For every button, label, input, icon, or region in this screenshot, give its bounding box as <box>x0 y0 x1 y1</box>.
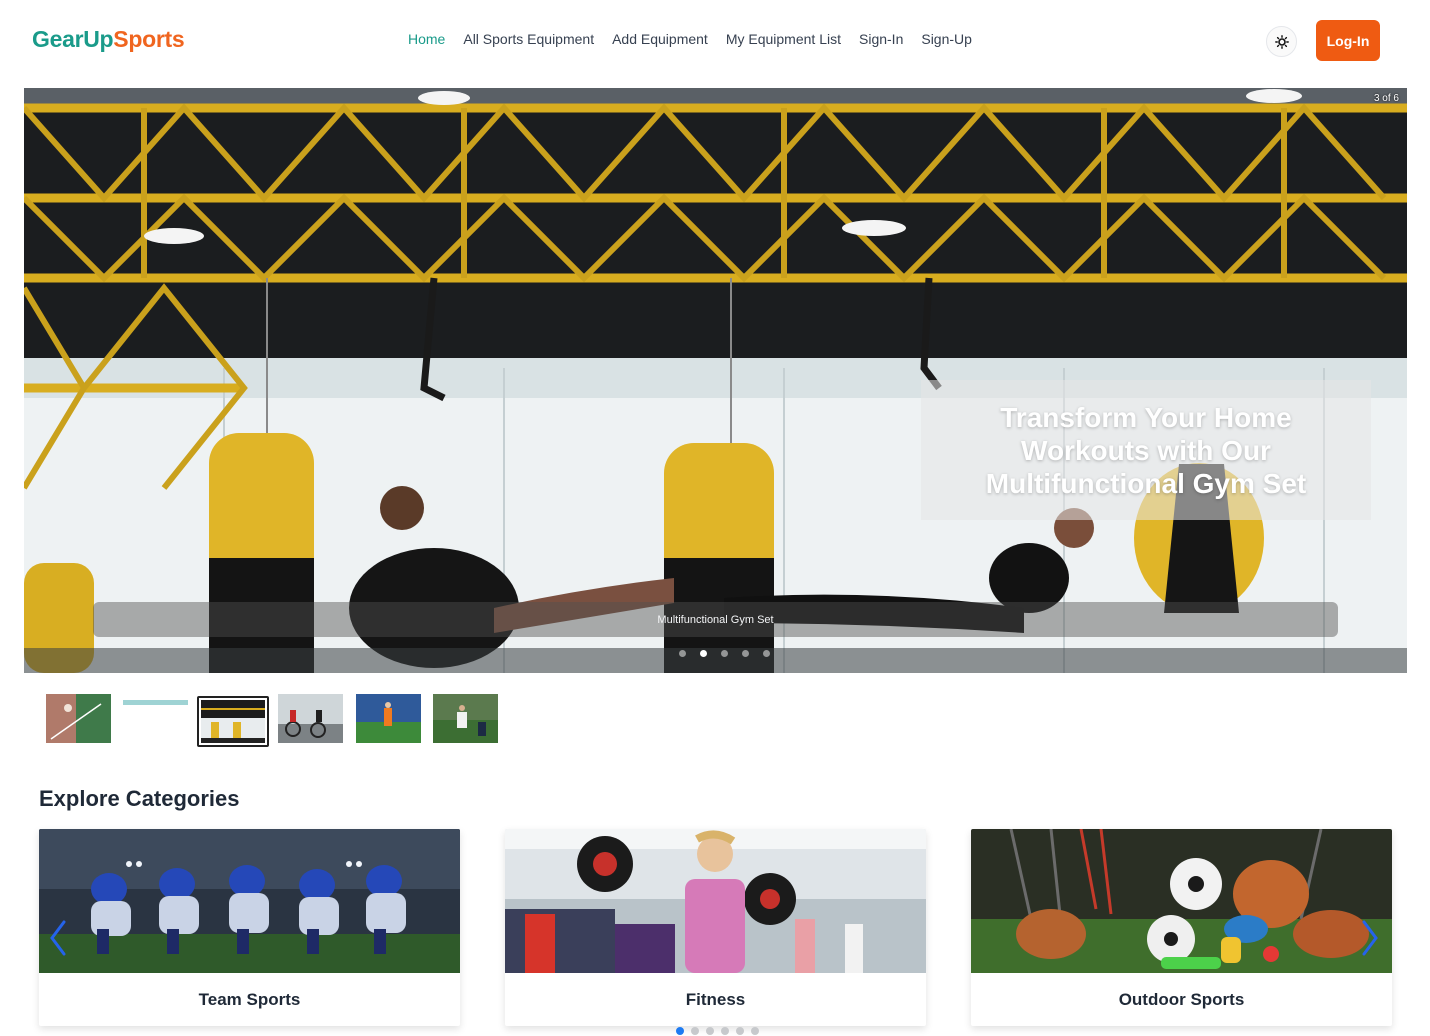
nav-home[interactable]: Home <box>408 31 445 47</box>
thumbnail[interactable] <box>433 694 498 743</box>
nav-sign-up[interactable]: Sign-Up <box>921 31 972 47</box>
nav-my-equipment-list[interactable]: My Equipment List <box>726 31 841 47</box>
nav-add-equipment[interactable]: Add Equipment <box>612 31 708 47</box>
thumbnail[interactable] <box>278 694 343 743</box>
hero-headline-box: Transform Your Home Workouts with Our Mu… <box>921 380 1371 520</box>
hero-carousel[interactable]: 3 of 6 Transform Your Home Workouts with… <box>24 88 1407 673</box>
hero-headline: Transform Your Home Workouts with Our Mu… <box>985 401 1307 499</box>
brand-part-2: Sports <box>113 26 185 52</box>
pagination-dot[interactable] <box>721 650 728 657</box>
main-nav: Home All Sports Equipment Add Equipment … <box>408 31 972 47</box>
navbar: GearUpSports Home All Sports Equipment A… <box>0 0 1430 80</box>
category-card-outdoor-sports[interactable]: Outdoor Sports <box>971 829 1392 1026</box>
pagination-dot[interactable] <box>691 1027 699 1035</box>
pagination-dot-active[interactable] <box>700 650 707 657</box>
pagination-dot[interactable] <box>679 650 686 657</box>
categories-pagination <box>676 1027 759 1035</box>
category-image <box>971 829 1392 973</box>
pagination-dot[interactable] <box>736 1027 744 1035</box>
pagination-dot[interactable] <box>763 650 770 657</box>
category-label: Outdoor Sports <box>1118 989 1245 1009</box>
thumbnail[interactable] <box>123 694 188 743</box>
thumbnail[interactable] <box>356 694 421 743</box>
pagination-dot[interactable] <box>751 1027 759 1035</box>
category-card-team-sports[interactable]: Team Sports <box>39 829 460 1026</box>
category-image <box>39 829 460 973</box>
nav-all-sports-equipment[interactable]: All Sports Equipment <box>463 31 594 47</box>
pagination-dot[interactable] <box>721 1027 729 1035</box>
slide-counter: 3 of 6 <box>1373 93 1399 104</box>
category-image <box>505 829 926 973</box>
brand-part-1: GearUp <box>32 26 114 52</box>
brand-logo[interactable]: GearUpSports <box>32 26 185 53</box>
thumbnail[interactable] <box>46 694 111 743</box>
category-label: Team Sports <box>198 989 301 1009</box>
categories-title: Explore Categories <box>39 786 240 811</box>
chevron-left-icon[interactable] <box>48 918 68 958</box>
thumbnail-selected[interactable] <box>197 696 269 747</box>
theme-toggle-button[interactable] <box>1266 26 1297 57</box>
pagination-dot[interactable] <box>706 1027 714 1035</box>
category-card-fitness[interactable]: Fitness <box>505 829 926 1026</box>
pagination-dot-active[interactable] <box>676 1027 684 1035</box>
pagination-dot[interactable] <box>742 650 749 657</box>
nav-sign-in[interactable]: Sign-In <box>859 31 903 47</box>
hero-caption: Multifunctional Gym Set <box>93 602 1338 637</box>
chevron-right-icon[interactable] <box>1360 918 1380 958</box>
login-button[interactable]: Log-In <box>1316 20 1380 61</box>
sun-icon <box>1274 34 1289 49</box>
hero-pagination <box>679 650 770 657</box>
category-label: Fitness <box>685 989 746 1009</box>
